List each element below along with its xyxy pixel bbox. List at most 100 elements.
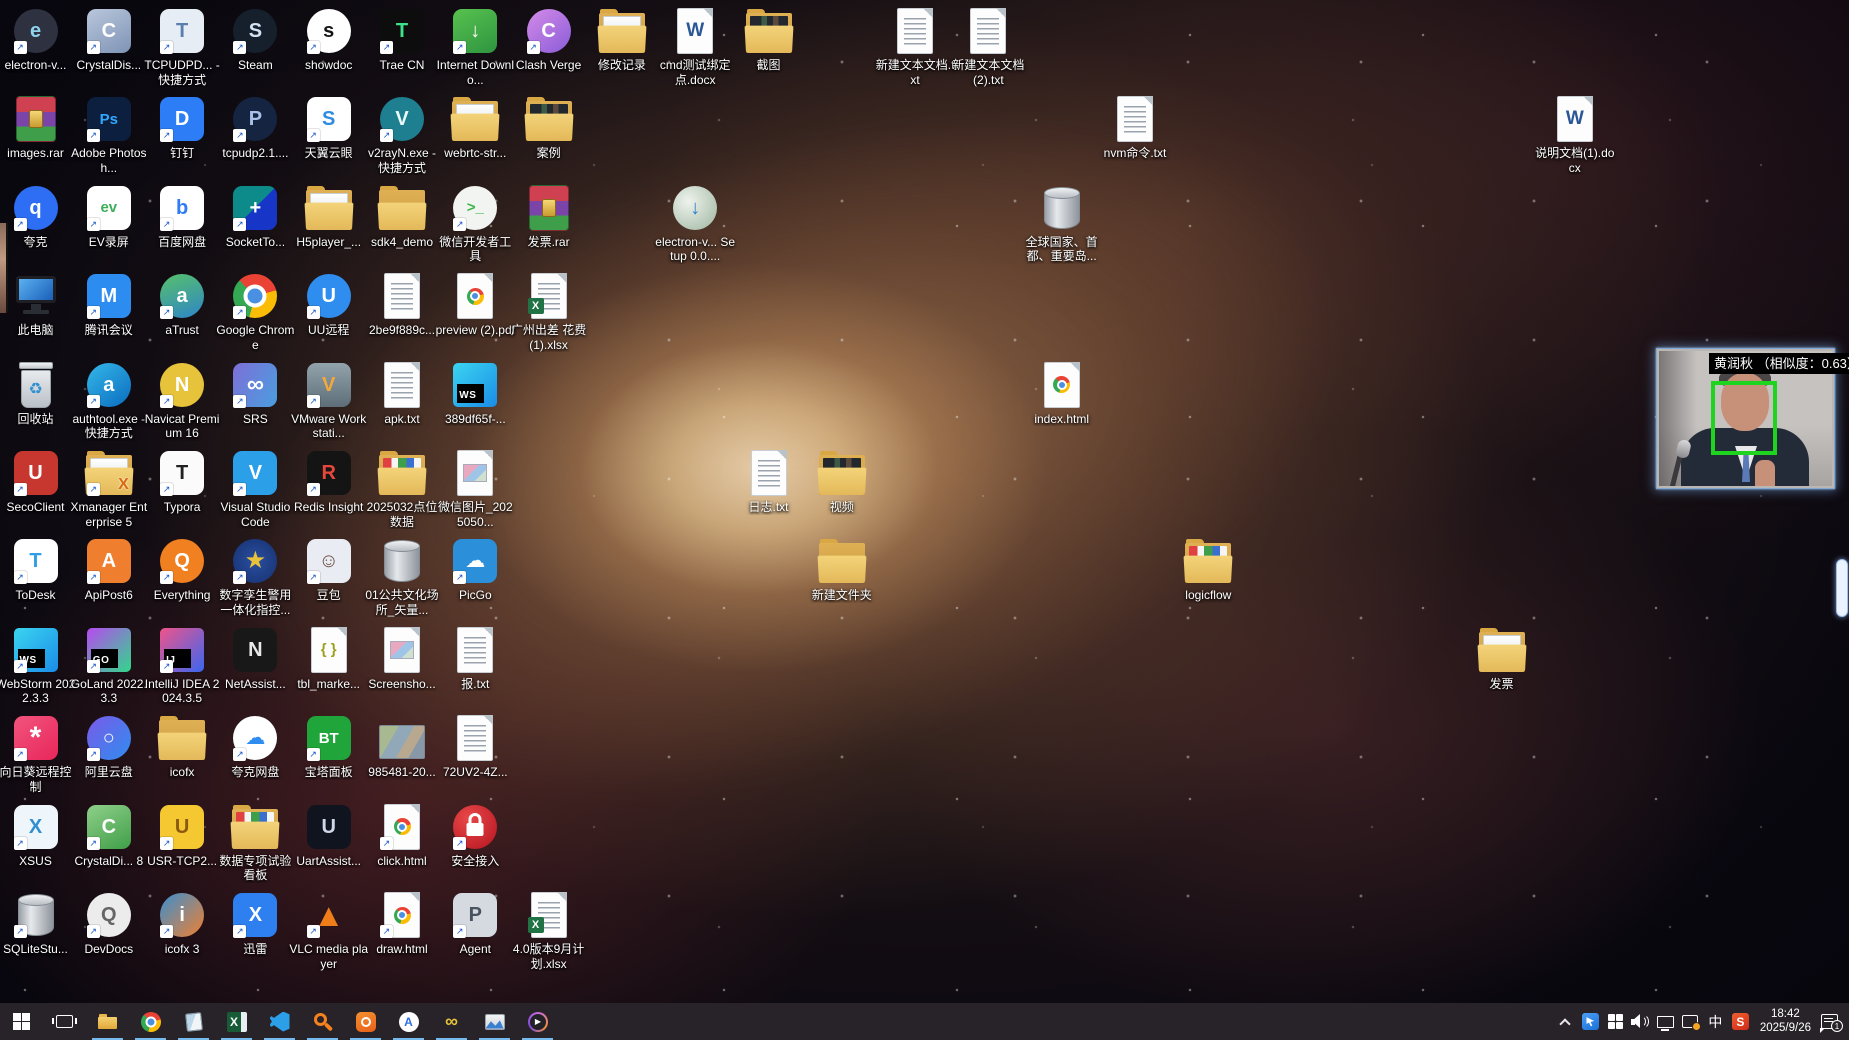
notification-center-icon[interactable]: 1 xyxy=(1818,1003,1843,1040)
desktop-icon[interactable]: Screensho... xyxy=(360,626,444,692)
desktop-icon[interactable]: C↗CrystalDis... xyxy=(67,7,151,73)
desktop-icon[interactable]: sdk4_demo xyxy=(360,184,444,250)
desktop-icon[interactable]: 发票.rar xyxy=(507,184,591,250)
desktop-icon[interactable]: nvm命令.txt xyxy=(1093,95,1177,161)
desktop-icon[interactable]: A↗ApiPost6 xyxy=(67,537,151,603)
desktop-icon[interactable]: 01公共文化场所_矢量... xyxy=(360,537,444,617)
desktop-icon[interactable]: 截图 xyxy=(727,7,811,73)
desktop-icon[interactable]: Ps↗Adobe Photosh... xyxy=(67,95,151,175)
taskbar-photos-button[interactable] xyxy=(473,1003,516,1040)
desktop-icon[interactable]: Q↗Everything xyxy=(140,537,224,603)
hidden-icons-chevron-icon[interactable] xyxy=(1553,1003,1578,1040)
desktop-icon[interactable]: 新建文本文档 (2).txt xyxy=(946,7,1030,87)
taskbar-vscode-button[interactable] xyxy=(258,1003,301,1040)
desktop-icon[interactable]: UUartAssist... xyxy=(287,803,371,869)
desktop-icon[interactable]: ↓electron-v... Setup 0.0.... xyxy=(653,184,737,264)
desktop-icon[interactable]: ↗click.html xyxy=(360,803,444,869)
desktop-icon[interactable]: 发票 xyxy=(1460,626,1544,692)
desktop-icon[interactable]: W说明文档(1).docx xyxy=(1533,95,1617,175)
desktop-icon[interactable]: U↗UU远程 xyxy=(287,272,371,338)
network-display-icon[interactable] xyxy=(1653,1003,1678,1040)
desktop-icon[interactable]: ev↗EV录屏 xyxy=(67,184,151,250)
desktop-icon[interactable]: T↗Typora xyxy=(140,449,224,515)
taskbar-notepad-button[interactable] xyxy=(172,1003,215,1040)
desktop-icon[interactable]: ↓↗Internet Downlo... xyxy=(433,7,517,87)
sogou-input-icon[interactable]: S xyxy=(1728,1003,1753,1040)
desktop-icon[interactable]: 72UV2-4Z... xyxy=(433,714,517,780)
desktop-icon[interactable]: S↗Steam xyxy=(213,7,297,73)
desktop-icon[interactable]: N↗Navicat Premium 16 xyxy=(140,361,224,441)
taskbar-media-player-button[interactable]: ▶ xyxy=(516,1003,559,1040)
desktop-icon[interactable]: Q↗DevDocs xyxy=(67,891,151,957)
desktop-icon[interactable]: logicflow xyxy=(1166,537,1250,603)
desktop-icon[interactable]: webrtc-str... xyxy=(433,95,517,161)
desktop-icon[interactable]: 修改记录 xyxy=(580,7,664,73)
taskbar-excel-button[interactable]: X xyxy=(215,1003,258,1040)
desktop-icon[interactable]: 案例 xyxy=(507,95,591,161)
desktop-icon[interactable]: icofx xyxy=(140,714,224,780)
taskbar-chrome-button[interactable] xyxy=(129,1003,172,1040)
desktop-icon[interactable]: GO↗GoLand 2022.3.3 xyxy=(67,626,151,706)
desktop-icon[interactable]: ↗安全接入 xyxy=(433,803,517,869)
desktop-icon[interactable]: 新建文件夹 xyxy=(800,537,884,603)
screenshot-tool-icon[interactable] xyxy=(1678,1003,1703,1040)
desktop-icon[interactable]: H5player_... xyxy=(287,184,371,250)
desktop-icon[interactable]: +↗SocketTo... xyxy=(213,184,297,250)
desktop-icon[interactable]: IJ↗IntelliJ IDEA 2024.3.5 xyxy=(140,626,224,706)
desktop-icon[interactable]: Wcmd测试绑定点.docx xyxy=(653,7,737,87)
desktop-icon[interactable]: s↗showdoc xyxy=(287,7,371,73)
slide-out-handle[interactable] xyxy=(1836,559,1848,617)
taskbar-apipost-button[interactable] xyxy=(344,1003,387,1040)
face-recognition-window[interactable]: 黄润秋 （相似度：0.63） xyxy=(1656,348,1835,489)
desktop-icon[interactable]: a↗authtool.exe - 快捷方式 xyxy=(67,361,151,441)
desktop-icon[interactable]: NNetAssist... xyxy=(213,626,297,692)
desktop-icon[interactable]: WS389df65f-... xyxy=(433,361,517,427)
desktop-icon[interactable]: C↗CrystalDi... 8 xyxy=(67,803,151,869)
desktop-icon[interactable]: ↗draw.html xyxy=(360,891,444,957)
desktop-icon[interactable]: ○↗阿里云盘 xyxy=(67,714,151,780)
desktop-icon[interactable]: V↗Visual Studio Code xyxy=(213,449,297,529)
desktop-icon[interactable]: ☁↗PicGo xyxy=(433,537,517,603)
taskbar-task-view-button[interactable] xyxy=(43,1003,86,1040)
desktop-icon[interactable]: S↗天翼云眼 xyxy=(287,95,371,161)
desktop-icon[interactable]: 报.txt xyxy=(433,626,517,692)
desktop-icon[interactable]: V↗VMware Workstati... xyxy=(287,361,371,441)
desktop-icon[interactable]: ∞↗SRS xyxy=(213,361,297,427)
window-panes-tray-icon[interactable] xyxy=(1603,1003,1628,1040)
taskbar-everything-search-button[interactable] xyxy=(301,1003,344,1040)
taskbar-clock[interactable]: 18:42 2025/9/26 xyxy=(1753,1008,1818,1035)
desktop-icon[interactable]: V↗v2rayN.exe - 快捷方式 xyxy=(360,95,444,175)
desktop-icon[interactable]: X4.0版本9月计划.xlsx xyxy=(507,891,591,971)
desktop-icon[interactable]: P↗Agent xyxy=(433,891,517,957)
desktop-icon[interactable]: 微信图片_2025050... xyxy=(433,449,517,529)
desktop-icon[interactable]: U↗USR-TCP2... xyxy=(140,803,224,869)
desktop-icon[interactable]: X↗迅雷 xyxy=(213,891,297,957)
desktop-icon[interactable]: i↗icofx 3 xyxy=(140,891,224,957)
desktop-icon[interactable]: 视频 xyxy=(800,449,884,515)
desktop-icon[interactable]: a↗aTrust xyxy=(140,272,224,338)
desktop-icon[interactable]: 新建文本文档.txt xyxy=(873,7,957,87)
desktop-icon[interactable]: D↗钉钉 xyxy=(140,95,224,161)
desktop-icon[interactable]: ☁↗夸克网盘 xyxy=(213,714,297,780)
desktop-icon[interactable]: T↗TCPUDPD... - 快捷方式 xyxy=(140,7,224,87)
desktop-icon[interactable]: C↗Clash Verge xyxy=(507,7,591,73)
desktop-icon[interactable]: 2025032点位数据 xyxy=(360,449,444,529)
desktop-icon[interactable]: b↗百度网盘 xyxy=(140,184,224,250)
volume-icon[interactable] xyxy=(1628,1003,1653,1040)
desktop-icon[interactable]: X↗Xmanager Enterprise 5 xyxy=(67,449,151,529)
desktop-icon[interactable]: { }tbl_marke... xyxy=(287,626,371,692)
taskbar-start-button[interactable] xyxy=(0,1003,43,1040)
todesk-tray-icon[interactable] xyxy=(1578,1003,1603,1040)
desktop-icon[interactable]: P↗tcpudp2.1.... xyxy=(213,95,297,161)
desktop-icon[interactable]: preview (2).pdf xyxy=(433,272,517,338)
desktop-icon[interactable]: 日志.txt xyxy=(727,449,811,515)
desktop-icon[interactable]: M↗腾讯会议 xyxy=(67,272,151,338)
desktop-icon[interactable]: 985481-20... xyxy=(360,714,444,780)
taskbar-file-explorer-button[interactable] xyxy=(86,1003,129,1040)
taskbar-rocket-app-button[interactable]: A xyxy=(387,1003,430,1040)
desktop-icon[interactable]: 数据专项试验看板 xyxy=(213,803,297,883)
desktop-icon[interactable]: ☺↗豆包 xyxy=(287,537,371,603)
desktop-icon[interactable]: apk.txt xyxy=(360,361,444,427)
ime-indicator[interactable]: 中 xyxy=(1703,1003,1728,1040)
taskbar-navicat-button[interactable]: ∞ xyxy=(430,1003,473,1040)
